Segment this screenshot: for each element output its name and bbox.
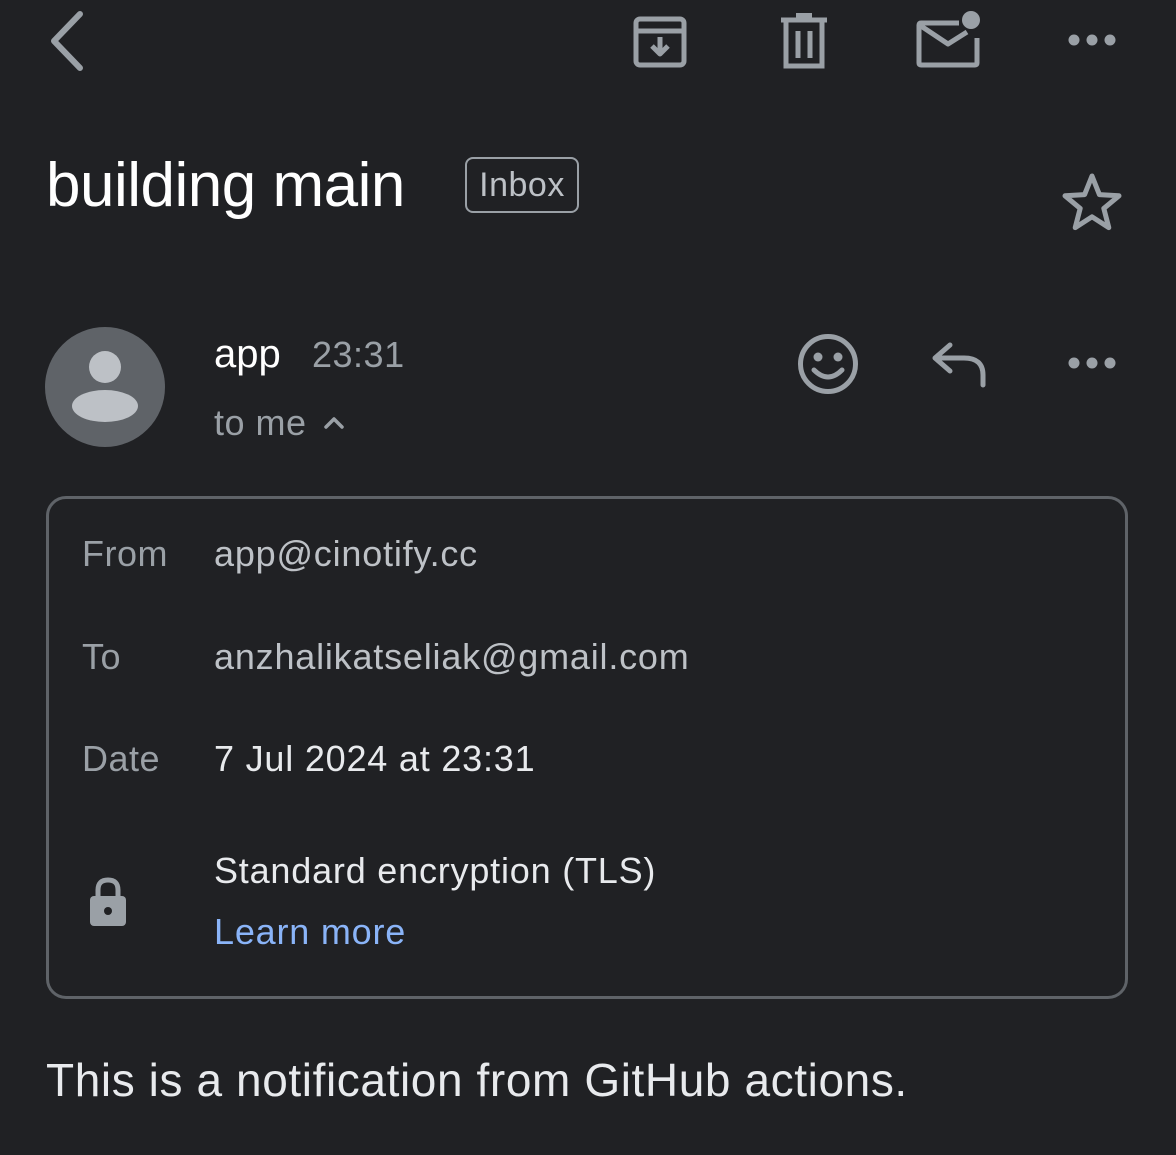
- mark-unread-button[interactable]: [912, 6, 984, 74]
- date-label: Date: [82, 738, 161, 779]
- recipients-summary: to me: [214, 402, 307, 443]
- from-value[interactable]: app@cinotify.cc: [214, 532, 478, 576]
- reply-icon: [932, 342, 986, 388]
- star-icon: [1062, 173, 1122, 231]
- to-label: To: [82, 636, 122, 677]
- avatar[interactable]: [45, 327, 165, 447]
- mark-unread-icon: [916, 11, 980, 68]
- more-icon: [1068, 34, 1116, 46]
- reply-button[interactable]: [926, 336, 994, 392]
- emoji-icon: [798, 334, 858, 394]
- sent-time: 23:31: [312, 334, 405, 375]
- chevron-up-icon: [323, 416, 345, 430]
- archive-button[interactable]: [626, 8, 694, 74]
- react-emoji-button[interactable]: [794, 330, 862, 398]
- archive-icon: [633, 16, 687, 68]
- inbox-label-chip[interactable]: Inbox: [465, 157, 579, 213]
- more-options-button[interactable]: [1060, 20, 1124, 60]
- person-icon: [72, 351, 138, 422]
- from-label: From: [82, 533, 168, 574]
- message-more-button[interactable]: [1060, 343, 1124, 383]
- email-body: This is a notification from GitHub actio…: [46, 1054, 908, 1106]
- star-button[interactable]: [1058, 168, 1126, 236]
- learn-more-link[interactable]: Learn more: [214, 910, 406, 954]
- delete-button[interactable]: [772, 8, 836, 74]
- to-value[interactable]: anzhalikatseliak@gmail.com: [214, 635, 690, 679]
- sender-name: app: [214, 332, 281, 376]
- back-icon: [51, 11, 83, 71]
- recipients-toggle[interactable]: to me: [214, 398, 345, 448]
- delete-icon: [781, 13, 827, 69]
- date-value: 7 Jul 2024 at 23:31: [214, 738, 536, 779]
- back-button[interactable]: [36, 6, 96, 76]
- more-icon: [1068, 357, 1116, 369]
- encryption-text: Standard encryption (TLS): [214, 850, 657, 891]
- lock-icon: [88, 876, 128, 933]
- message-details-panel: [46, 496, 1128, 999]
- email-subject: building main: [46, 151, 405, 220]
